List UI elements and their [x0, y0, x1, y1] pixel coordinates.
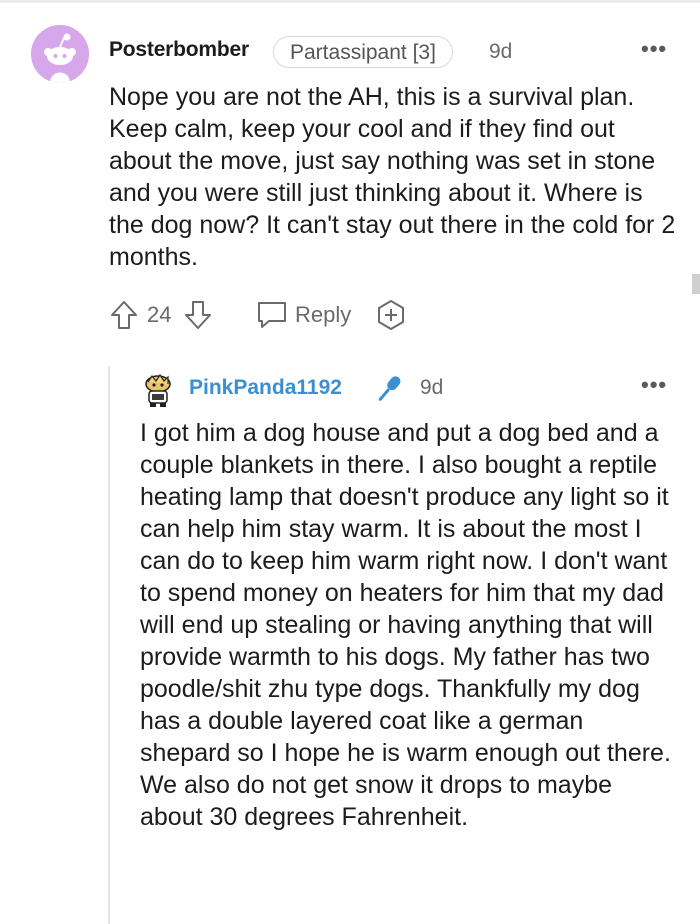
vote-count: 24 — [147, 302, 172, 327]
downvote-button[interactable] — [183, 295, 213, 335]
user-flair-badge: Partassipant [3] — [273, 36, 453, 68]
upvote-button[interactable] — [109, 295, 139, 335]
top-divider — [0, 0, 700, 3]
reply-timestamp: 9d — [420, 376, 444, 399]
comment-body: Nope you are not the AH, this is a survi… — [109, 83, 676, 271]
user-avatar-icon[interactable] — [31, 25, 89, 83]
thread-line[interactable] — [108, 366, 110, 924]
award-button[interactable] — [374, 295, 408, 335]
reply-more-options-icon[interactable]: ••• — [641, 372, 667, 398]
arrow-down-icon — [185, 301, 211, 329]
more-options-icon[interactable]: ••• — [641, 36, 667, 62]
arrow-up-icon — [111, 301, 137, 329]
comment-timestamp: 9d — [489, 40, 513, 63]
reply-body: I got him a dog house and put a dog bed … — [140, 419, 671, 831]
reply-author[interactable]: PinkPanda1192 — [189, 376, 342, 400]
comment-author[interactable]: Posterbomber — [109, 38, 249, 62]
award-plus-icon — [378, 300, 404, 330]
microphone-icon — [372, 372, 406, 406]
speech-bubble-icon — [258, 302, 286, 328]
scrollbar-thumb[interactable] — [692, 274, 700, 294]
reply-button[interactable]: Reply — [255, 295, 351, 335]
comment-actions: 24 Reply — [109, 295, 429, 335]
reply-label: Reply — [295, 302, 352, 327]
reply-avatar-icon[interactable] — [140, 372, 176, 408]
